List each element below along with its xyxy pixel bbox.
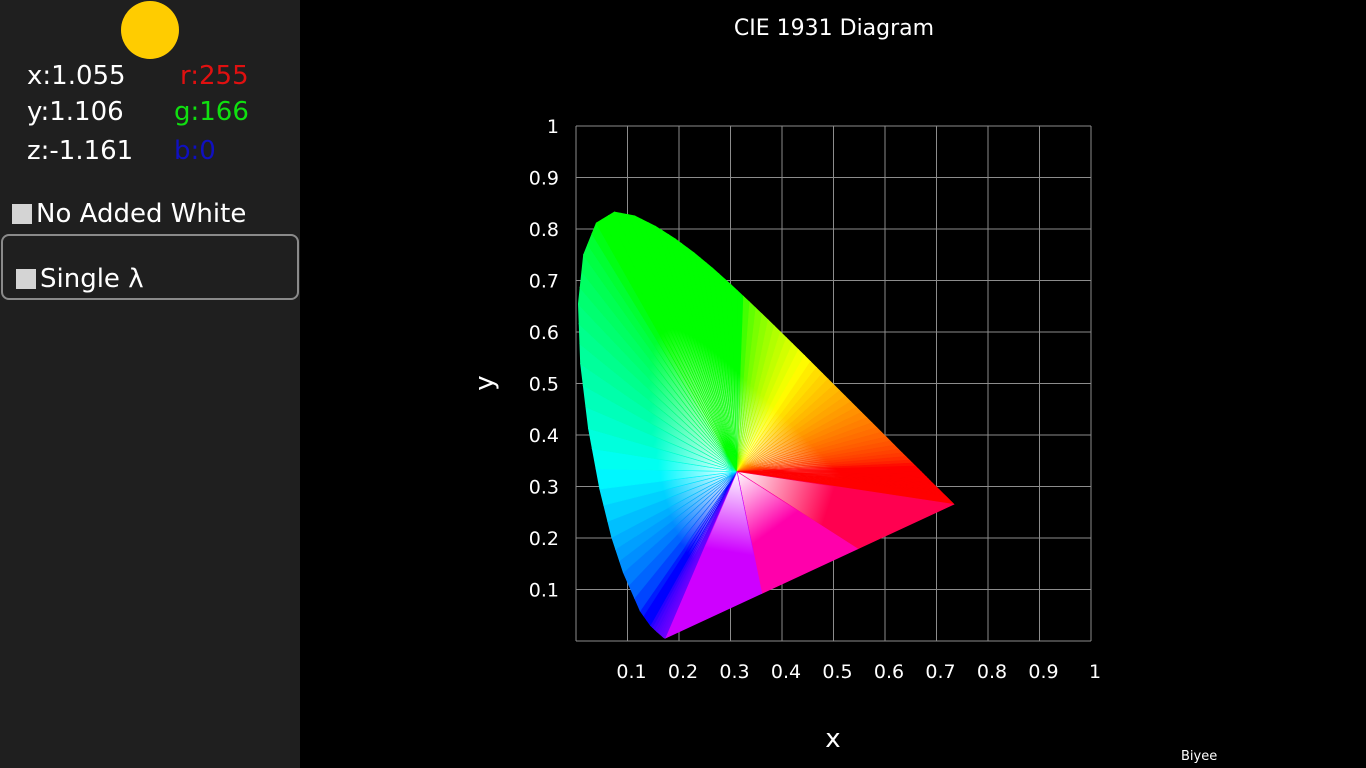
y-axis-label: y: [470, 375, 500, 390]
y-tick-label: 0.8: [529, 219, 559, 241]
x-tick-label: 0.3: [719, 661, 749, 683]
x-tick-label: 1: [1089, 661, 1101, 683]
x-tick-label: 0.9: [1028, 661, 1058, 683]
x-tick-label: 0.1: [616, 661, 646, 683]
y-tick-label: 0.6: [529, 322, 559, 344]
y-tick-label: 0.3: [529, 477, 559, 499]
y-tick-label: 0.1: [529, 580, 559, 602]
x-tick-label: 0.7: [925, 661, 955, 683]
y-tick-label: 1: [547, 116, 559, 138]
y-tick-label: 0.9: [529, 168, 559, 190]
x-tick-label: 0.2: [668, 661, 698, 683]
x-tick-label: 0.8: [977, 661, 1007, 683]
y-tick-label: 0.2: [529, 528, 559, 550]
credit-text: Biyee: [1181, 749, 1218, 764]
y-tick-label: 0.5: [529, 374, 559, 396]
cie-chromaticity-chart: 0.1 0.2 0.3 0.4 0.5 0.6 0.7 0.8 0.9 1 0.1 0.2 0.3 0.4…: [470, 116, 1101, 754]
x-tick-label: 0.5: [822, 661, 852, 683]
y-tick-label: 0.4: [529, 425, 559, 447]
x-tick-label: 0.6: [874, 661, 904, 683]
x-tick-label: 0.4: [771, 661, 801, 683]
x-axis-label: x: [825, 724, 840, 754]
y-tick-label: 0.7: [529, 271, 559, 293]
